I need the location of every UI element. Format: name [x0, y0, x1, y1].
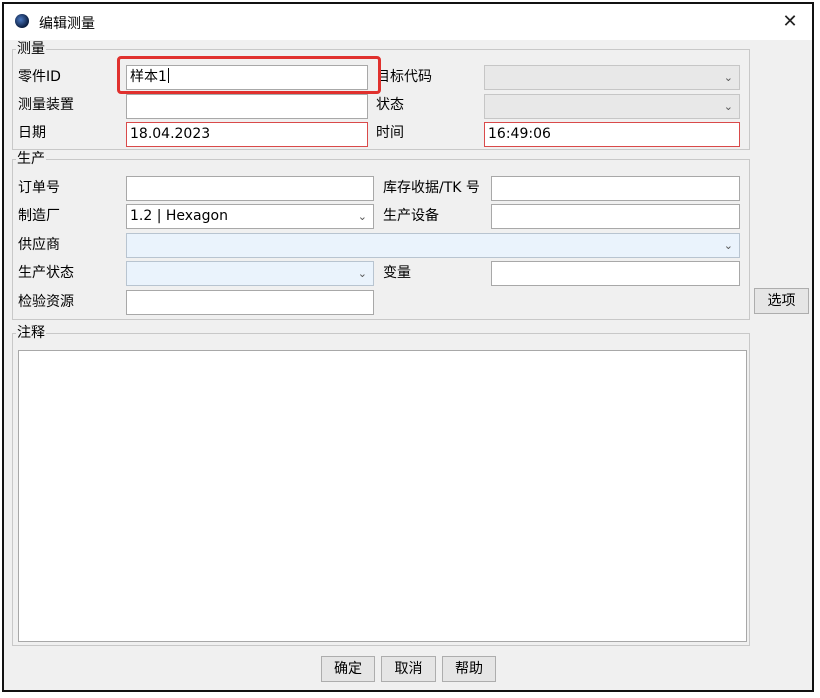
- supplier-select[interactable]: ⌄: [126, 233, 740, 258]
- status-label: 状态: [376, 97, 404, 113]
- edit-measurement-dialog: 编辑测量 ✕ 测量 零件ID 样本1 目标代码 ⌄ 测量装置 状态 ⌄ 日期 1…: [2, 2, 814, 692]
- order-number-input[interactable]: [126, 176, 374, 201]
- window-title: 编辑测量: [39, 16, 95, 32]
- time-input[interactable]: 16:49:06: [484, 122, 740, 147]
- target-code-select[interactable]: ⌄: [484, 65, 740, 90]
- options-button[interactable]: 选项: [754, 288, 809, 314]
- production-status-select[interactable]: ⌄: [126, 261, 374, 286]
- part-id-highlight: [117, 56, 381, 94]
- time-value: 16:49:06: [488, 126, 551, 142]
- inspection-resource-label: 检验资源: [18, 294, 74, 310]
- stock-receipt-input[interactable]: [491, 176, 740, 201]
- variable-input[interactable]: [491, 261, 740, 286]
- notes-legend: 注释: [17, 325, 45, 341]
- time-label: 时间: [376, 125, 404, 141]
- ok-button[interactable]: 确定: [321, 656, 375, 682]
- chevron-down-icon: ⌄: [357, 267, 367, 280]
- manufacturer-label: 制造厂: [18, 208, 60, 224]
- cancel-button[interactable]: 取消: [381, 656, 436, 682]
- measuring-device-label: 测量装置: [18, 97, 74, 113]
- part-id-label: 零件ID: [18, 69, 61, 85]
- order-number-label: 订单号: [18, 180, 60, 196]
- close-icon[interactable]: ✕: [776, 9, 804, 35]
- chevron-down-icon: ⌄: [357, 210, 367, 223]
- title-bar: 编辑测量 ✕: [4, 4, 812, 40]
- date-input[interactable]: 18.04.2023: [126, 122, 368, 147]
- production-equipment-label: 生产设备: [383, 208, 439, 224]
- chevron-down-icon: ⌄: [723, 100, 733, 113]
- manufacturer-select[interactable]: 1.2 | Hexagon ⌄: [126, 204, 374, 229]
- measuring-device-input[interactable]: [126, 94, 368, 119]
- variable-label: 变量: [383, 265, 411, 281]
- inspection-resource-input[interactable]: [126, 290, 374, 315]
- date-value: 18.04.2023: [130, 126, 211, 142]
- help-button[interactable]: 帮助: [442, 656, 496, 682]
- notes-textarea[interactable]: [18, 350, 747, 642]
- measurement-legend: 测量: [17, 41, 45, 57]
- date-label: 日期: [18, 125, 46, 141]
- production-legend: 生产: [17, 151, 45, 167]
- production-status-label: 生产状态: [18, 265, 74, 281]
- manufacturer-value: 1.2 | Hexagon: [130, 208, 228, 224]
- chevron-down-icon: ⌄: [723, 71, 733, 84]
- production-equipment-input[interactable]: [491, 204, 740, 229]
- status-select[interactable]: ⌄: [484, 94, 740, 119]
- target-code-label: 目标代码: [376, 69, 432, 85]
- supplier-label: 供应商: [18, 237, 60, 253]
- chevron-down-icon: ⌄: [723, 239, 733, 252]
- stock-receipt-label: 库存收据/TK 号: [383, 180, 480, 196]
- app-icon: [15, 14, 29, 28]
